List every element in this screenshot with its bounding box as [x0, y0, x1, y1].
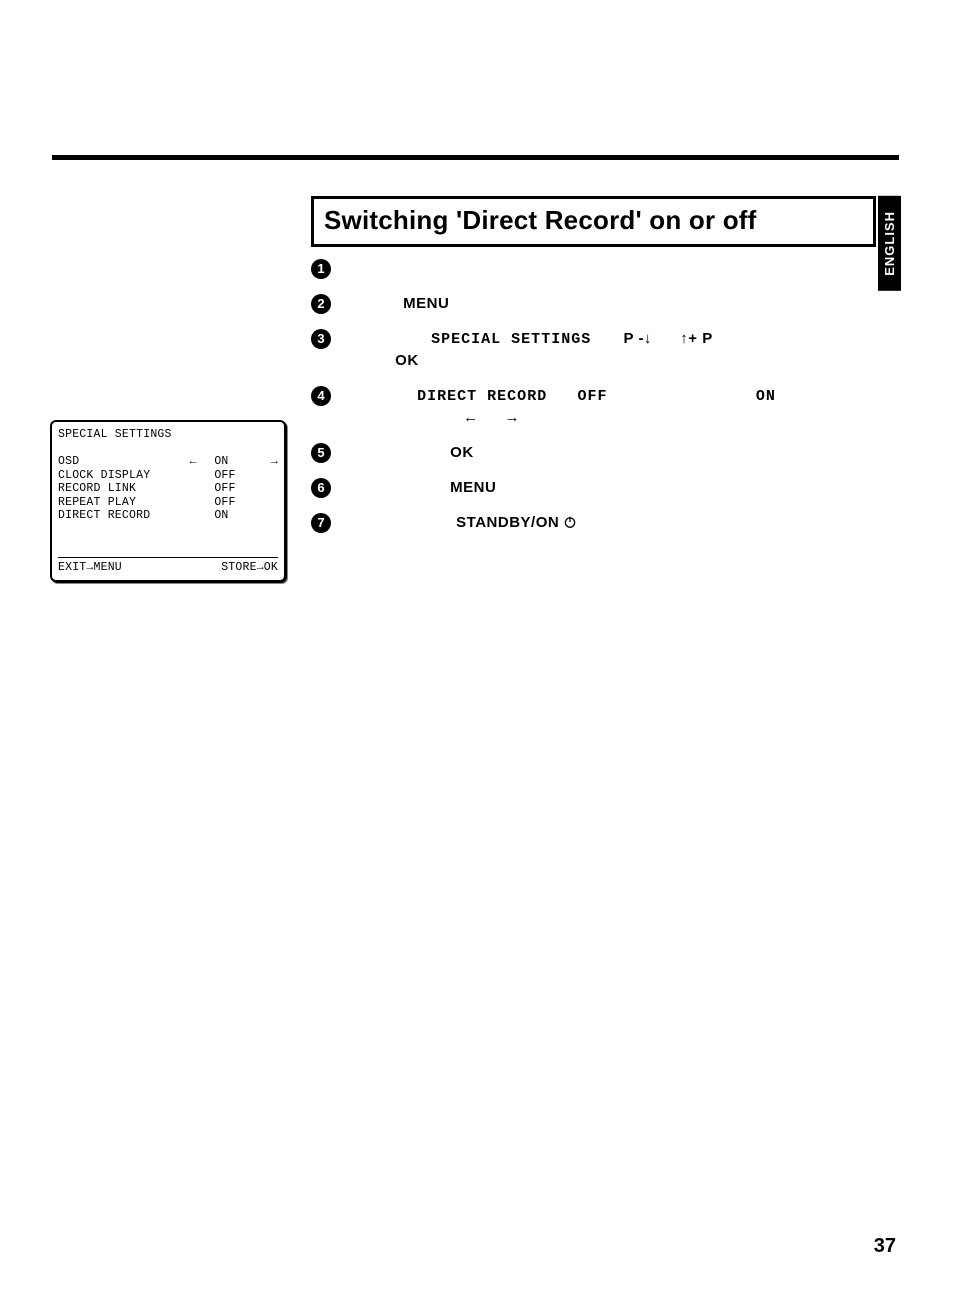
left-arrow-icon: ←	[181, 455, 197, 469]
special-settings-label: SPECIAL SETTINGS	[431, 331, 591, 348]
right-arrow-icon	[264, 496, 278, 510]
bullet-icon: 4	[311, 386, 331, 406]
right-arrow-icon	[264, 469, 278, 483]
osd-row-label: REPEAT PLAY	[58, 496, 163, 510]
step-7: 7 STANDBY/ON	[311, 512, 871, 533]
osd-row-label: DIRECT RECORD	[58, 509, 163, 523]
right-arrow-icon: →	[264, 455, 278, 469]
left-arrow-icon: ←	[463, 409, 478, 426]
bullet-icon: 1	[311, 259, 331, 279]
standby-on-label: STANDBY/ON	[456, 514, 559, 531]
osd-row-value: OFF	[214, 482, 246, 496]
language-tab: ENGLISH	[878, 196, 901, 291]
top-rule	[52, 155, 899, 160]
bullet-icon: 2	[311, 294, 331, 314]
left-arrow-icon	[181, 469, 197, 483]
step-5: 5 OK	[311, 442, 871, 463]
right-arrow-icon	[264, 482, 278, 496]
osd-row: CLOCK DISPLAY OFF	[58, 469, 278, 483]
step-3: 3 SPECIAL SETTINGS P -↓ ↑+ P OK	[311, 328, 871, 371]
bullet-icon: 6	[311, 478, 331, 498]
power-icon	[563, 515, 577, 529]
osd-screen: SPECIAL SETTINGS OSD ← ON → CLOCK DISPLAY OFF…	[50, 420, 286, 582]
step-4: 4 DIRECT RECORD OFF ON ← →	[311, 385, 871, 428]
menu-button-label: MENU	[450, 479, 496, 496]
ok-button-label: OK	[450, 444, 474, 461]
osd-row: DIRECT RECORD ON	[58, 509, 278, 523]
bullet-icon: 5	[311, 443, 331, 463]
p-up-label: ↑+ P	[680, 330, 712, 347]
osd-row-value: ON	[214, 455, 246, 469]
osd-row-label: OSD	[58, 455, 163, 469]
ok-button-label: OK	[395, 352, 419, 369]
right-arrow-icon	[264, 509, 278, 523]
section-title-box: Switching 'Direct Record' on or off	[311, 196, 876, 247]
down-arrow-icon: ↓	[644, 330, 652, 347]
osd-row: OSD ← ON →	[58, 455, 278, 469]
steps-list: 1 2 MENU 3 SPECIAL SETTINGS P -↓ ↑+ P OK	[311, 258, 871, 547]
step-6: 6 MENU	[311, 477, 871, 498]
osd-row-label: CLOCK DISPLAY	[58, 469, 163, 483]
osd-row-value: OFF	[214, 469, 246, 483]
osd-title: SPECIAL SETTINGS	[58, 428, 278, 441]
osd-row-value: ON	[214, 509, 246, 523]
on-value: ON	[756, 388, 776, 405]
step-2: 2 MENU	[311, 293, 871, 314]
osd-row: REPEAT PLAY OFF	[58, 496, 278, 510]
bullet-icon: 7	[311, 513, 331, 533]
osd-row-label: RECORD LINK	[58, 482, 163, 496]
section-title: Switching 'Direct Record' on or off	[324, 205, 863, 236]
page-number: 37	[874, 1235, 896, 1258]
osd-footer-right: STORE→OK	[221, 561, 278, 574]
left-arrow-icon	[181, 509, 197, 523]
direct-record-label: DIRECT RECORD	[417, 388, 547, 405]
osd-footer-left: EXIT→MENU	[58, 561, 122, 574]
p-down-label: P -↓	[624, 330, 652, 347]
left-arrow-icon	[181, 482, 197, 496]
off-value: OFF	[578, 388, 608, 405]
osd-divider	[58, 557, 278, 558]
right-arrow-icon: →	[505, 409, 520, 426]
menu-button-label: MENU	[403, 295, 449, 312]
osd-row: RECORD LINK OFF	[58, 482, 278, 496]
left-arrow-icon	[181, 496, 197, 510]
step-1: 1	[311, 258, 871, 279]
bullet-icon: 3	[311, 329, 331, 349]
osd-row-value: OFF	[214, 496, 246, 510]
